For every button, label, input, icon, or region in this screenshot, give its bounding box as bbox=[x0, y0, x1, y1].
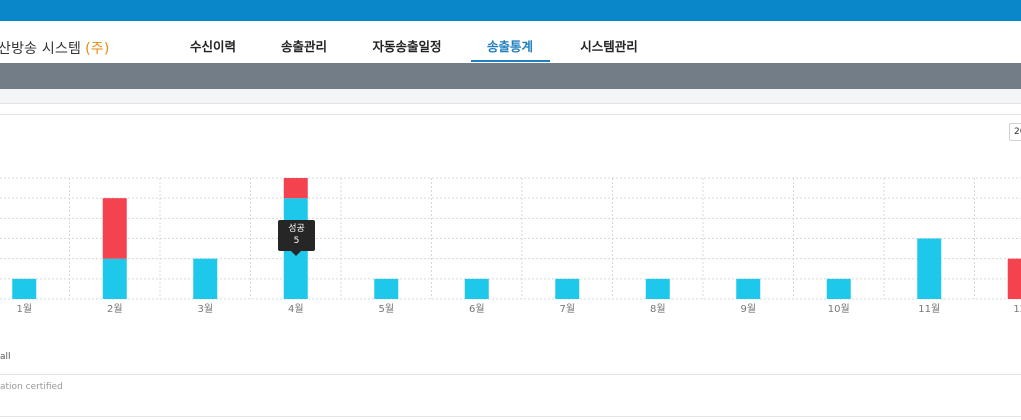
chart-x-axis: 1월 2월 3월 4월 5월 6월 7월 8월 9월 10월 11월 12 bbox=[16, 303, 1021, 315]
chart-bar[interactable] bbox=[555, 278, 580, 299]
x-tick-label: 2월 bbox=[107, 303, 123, 315]
monthly-transmission-chart: 1월 2월 3월 4월 5월 6월 7월 8월 9월 10월 11월 12 bbox=[0, 177, 1021, 315]
bottom-divider bbox=[0, 416, 1021, 417]
x-tick-label: 10월 bbox=[828, 303, 850, 315]
chart-bar[interactable] bbox=[645, 278, 670, 299]
chart-bar[interactable] bbox=[736, 278, 761, 299]
chart-bar[interactable] bbox=[374, 278, 399, 299]
chart-bar[interactable] bbox=[102, 198, 127, 259]
chart-tooltip: 성공 5 bbox=[278, 220, 315, 256]
x-tick-label: 4월 bbox=[288, 303, 304, 315]
chart-bar[interactable] bbox=[283, 178, 308, 199]
footer-divider bbox=[0, 374, 1021, 375]
x-tick-label: 6월 bbox=[469, 303, 485, 315]
chart-bar[interactable] bbox=[1007, 258, 1021, 299]
x-tick-label: 11월 bbox=[918, 303, 940, 315]
chart-bar[interactable] bbox=[193, 258, 218, 299]
x-tick-label: 3월 bbox=[197, 303, 213, 315]
chart-grid bbox=[0, 177, 1021, 300]
x-tick-label: 8월 bbox=[650, 303, 666, 315]
tooltip-title: 성공 bbox=[288, 224, 305, 234]
chart-bar[interactable] bbox=[917, 238, 942, 300]
chart-bar[interactable] bbox=[464, 278, 489, 299]
tooltip-value: 5 bbox=[293, 236, 300, 246]
chart-bar[interactable] bbox=[826, 278, 851, 299]
x-tick-label: 5월 bbox=[378, 303, 394, 315]
footer-text: ation certified bbox=[0, 382, 63, 392]
x-tick-label: 9월 bbox=[740, 303, 756, 315]
chart-bar[interactable] bbox=[102, 258, 127, 299]
chart-bar[interactable] bbox=[12, 278, 37, 299]
x-tick-label: 12 bbox=[1013, 304, 1021, 315]
x-tick-label: 7월 bbox=[559, 303, 575, 315]
x-tick-label: 1월 bbox=[16, 303, 32, 315]
legend-label: all bbox=[0, 352, 11, 362]
